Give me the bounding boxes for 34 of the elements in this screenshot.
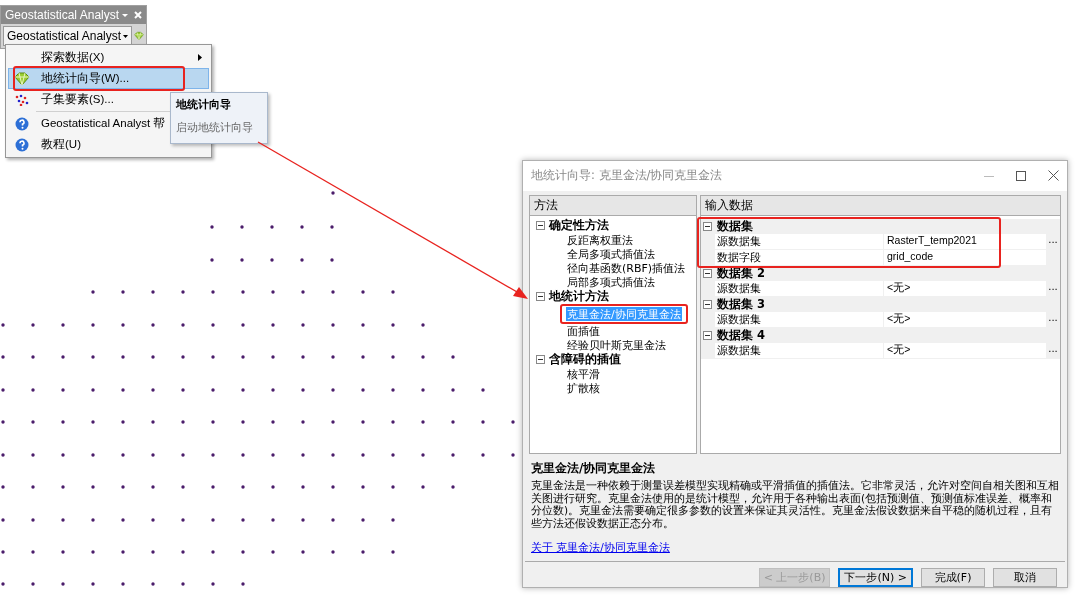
toolbar-title: Geostatistical Analyst bbox=[5, 8, 120, 22]
description-title: 克里金法/协同克里金法 bbox=[531, 460, 657, 477]
tree-item[interactable]: 径向基函数(RBF)插值法 bbox=[566, 260, 687, 275]
tree-item[interactable]: 经验贝叶斯克里金法 bbox=[566, 337, 667, 352]
wizard-button[interactable]: 取消 bbox=[993, 568, 1057, 587]
tree-item[interactable]: 反距离权重法 bbox=[566, 232, 634, 247]
dropdown-label: Geostatistical Analyst bbox=[7, 29, 122, 43]
tree-group-label[interactable]: 地统计方法 bbox=[549, 288, 609, 304]
tree-group-label[interactable]: 确定性方法 bbox=[549, 217, 609, 233]
help-link[interactable]: 关于 克里金法/协同克里金法 bbox=[531, 541, 670, 555]
menu-item[interactable]: 子集要素(S)... bbox=[8, 89, 115, 110]
wizard-button[interactable]: 下一步(N) > bbox=[838, 568, 913, 587]
tree-item[interactable]: 核平滑 bbox=[566, 366, 601, 381]
menu-item[interactable]: 地统计向导(W)... bbox=[8, 68, 209, 89]
wizard-button[interactable]: 完成(F) bbox=[921, 568, 985, 587]
tree-item[interactable]: 面插值 bbox=[566, 323, 601, 338]
tooltip-title: 地统计向导 bbox=[176, 97, 232, 112]
group-label: 数据集 2 bbox=[717, 265, 765, 281]
tree-group-label[interactable]: 含障碍的插值 bbox=[549, 351, 621, 367]
tree-header: 方法 bbox=[530, 195, 696, 216]
toolbar-dropdown[interactable]: Geostatistical Analyst bbox=[3, 26, 133, 46]
grid-header: 输入数据 bbox=[701, 195, 1060, 216]
menu-item[interactable]: 教程(U) bbox=[8, 134, 82, 155]
description-text: 克里金法是一种依赖于测量误差模型实现精确或平滑插值的插值法。它非常灵活，允许对空间自相关图和互相关图进行研究。克里金法使用的是统计模型，允许用于各种输出表面(包括预测值、预测值标准误差、概率和分位数)。克里金法需要确定很多参数的设置来保证其灵活性。克里金法假设数据来自平稳的随机过程，且有些方法还假设数据正态分布。 bbox=[531, 479, 1059, 529]
group-label: 数据集 bbox=[717, 218, 753, 234]
tree-item[interactable]: 全局多项式插值法 bbox=[566, 246, 656, 261]
menu-item[interactable]: Geostatistical Analyst 帮 bbox=[8, 113, 167, 134]
group-label: 数据集 3 bbox=[717, 296, 765, 312]
tooltip-text: 启动地统计向导 bbox=[176, 120, 254, 135]
group-label: 数据集 4 bbox=[717, 327, 765, 343]
tree-item[interactable]: 扩散核 bbox=[566, 380, 601, 395]
dialog-title: 地统计向导: 克里金法/协同克里金法 bbox=[531, 168, 724, 184]
menu-item[interactable]: 探索数据(X) bbox=[8, 47, 209, 68]
tree-item[interactable]: 局部多项式插值法 bbox=[566, 274, 656, 289]
